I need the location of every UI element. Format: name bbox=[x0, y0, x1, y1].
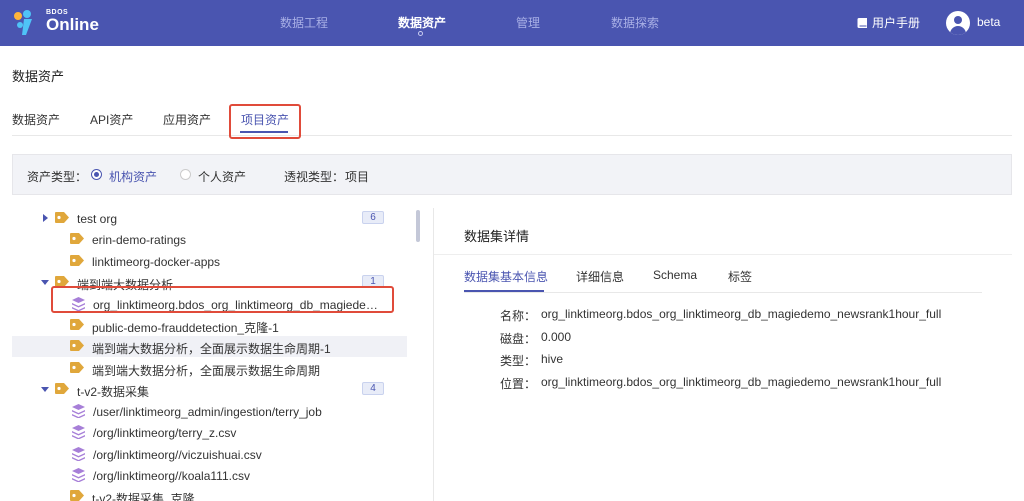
tree-row[interactable]: /org/linktimeorg/terry_z.csv bbox=[12, 422, 407, 443]
detail-title-divider bbox=[434, 254, 1012, 255]
radio-personal-assets[interactable] bbox=[180, 169, 191, 180]
tab-data-assets[interactable]: 数据资产 bbox=[12, 111, 60, 128]
tag-icon bbox=[70, 362, 85, 373]
tree-row[interactable]: erin-demo-ratings bbox=[12, 229, 407, 250]
nav-admin[interactable]: 管理 bbox=[516, 14, 540, 31]
tabs-divider bbox=[12, 135, 1012, 136]
tree-row[interactable]: t-v2-数据采集 4 bbox=[12, 379, 407, 400]
tree-row[interactable]: linktimeorg-docker-apps bbox=[12, 251, 407, 272]
nav-active-indicator bbox=[418, 31, 423, 36]
tree-item-label: /org/linktimeorg/terry_z.csv bbox=[93, 426, 237, 440]
detail-tab-basic-info[interactable]: 数据集基本信息 bbox=[464, 268, 548, 285]
detail-tab-schema[interactable]: Schema bbox=[653, 268, 697, 282]
field-disk-value: 0.000 bbox=[541, 330, 572, 344]
tree-row[interactable]: /org/linktimeorg//koala111.csv bbox=[12, 465, 407, 486]
username[interactable]: beta bbox=[977, 15, 1000, 29]
tree-item-label: t-v2-数据采集 bbox=[77, 385, 150, 399]
tree-row[interactable]: 端到端大数据分析，全面展示数据生命周期-1 bbox=[12, 336, 407, 357]
tag-icon bbox=[55, 383, 70, 394]
tree-item-label: t-v2-数据采集_克隆 bbox=[92, 492, 195, 501]
tab-api-assets[interactable]: API资产 bbox=[90, 111, 133, 128]
tree-item-label: /org/linktimeorg//viczuishuai.csv bbox=[93, 448, 262, 462]
tag-icon bbox=[70, 233, 85, 244]
field-location-key: 位置： bbox=[500, 377, 537, 391]
tree-item-label: /org/linktimeorg//koala111.csv bbox=[93, 469, 250, 483]
filter-bar: 资产类型： 机构资产 个人资产 透视类型： 项目 bbox=[12, 154, 1012, 195]
tree-row[interactable]: public-demo-frauddetection_克隆-1 bbox=[12, 315, 407, 336]
field-location-value: org_linktimeorg.bdos_org_linktimeorg_db_… bbox=[541, 375, 942, 389]
tree-row[interactable]: t-v2-数据采集_克隆 bbox=[12, 486, 407, 501]
highlight-box-tab bbox=[229, 104, 301, 139]
tree-item-label: public-demo-frauddetection_克隆-1 bbox=[92, 321, 279, 335]
count-badge: 4 bbox=[362, 382, 384, 395]
nav-data-engineering[interactable]: 数据工程 bbox=[280, 14, 328, 31]
detail-tabs-divider bbox=[464, 292, 982, 293]
layers-icon bbox=[72, 447, 85, 462]
tree-row[interactable]: 端到端大数据分析，全面展示数据生命周期 bbox=[12, 358, 407, 379]
radio-org-assets-label[interactable]: 机构资产 bbox=[109, 168, 157, 185]
radio-org-assets[interactable] bbox=[91, 169, 102, 180]
view-type-value[interactable]: 项目 bbox=[345, 168, 369, 185]
layers-icon bbox=[72, 404, 85, 419]
tree-row[interactable]: /user/linktimeorg_admin/ingestion/terry_… bbox=[12, 401, 407, 422]
tree-item-label: 端到端大数据分析，全面展示数据生命周期-1 bbox=[92, 342, 331, 356]
tag-icon bbox=[55, 212, 70, 223]
tab-app-assets[interactable]: 应用资产 bbox=[163, 111, 211, 128]
field-name-key: 名称： bbox=[500, 309, 537, 323]
user-manual-label: 用户手册 bbox=[872, 16, 921, 30]
field-type-key: 类型： bbox=[500, 354, 537, 368]
highlight-box-row bbox=[51, 286, 394, 313]
book-icon bbox=[857, 17, 867, 28]
avatar[interactable] bbox=[946, 11, 970, 35]
tree-item-label: test org bbox=[77, 212, 118, 226]
caret-down-icon[interactable] bbox=[41, 387, 49, 392]
caret-down-icon[interactable] bbox=[41, 280, 49, 285]
layers-icon bbox=[72, 468, 85, 483]
field-type-value: hive bbox=[541, 352, 564, 366]
tag-icon bbox=[70, 255, 85, 266]
app-logo[interactable]: BDOS Online bbox=[12, 7, 99, 39]
radio-personal-assets-label[interactable]: 个人资产 bbox=[198, 168, 246, 185]
tree-item-label: erin-demo-ratings bbox=[92, 233, 187, 247]
tree-item-label: /user/linktimeorg_admin/ingestion/terry_… bbox=[93, 405, 322, 419]
caret-right-icon[interactable] bbox=[43, 214, 48, 222]
tree-scrollbar[interactable] bbox=[416, 210, 420, 242]
tag-icon bbox=[70, 340, 85, 351]
tree-item-label: linktimeorg-docker-apps bbox=[92, 255, 221, 269]
tree-item-label: 端到端大数据分析，全面展示数据生命周期 bbox=[92, 364, 321, 378]
field-name-value: org_linktimeorg.bdos_org_linktimeorg_db_… bbox=[541, 307, 942, 321]
tag-icon bbox=[70, 490, 85, 501]
asset-type-label: 资产类型： bbox=[27, 170, 88, 184]
tree-row[interactable]: /org/linktimeorg//viczuishuai.csv bbox=[12, 444, 407, 465]
count-badge: 6 bbox=[362, 211, 384, 224]
field-disk-key: 磁盘： bbox=[500, 332, 537, 346]
nav-data-assets[interactable]: 数据资产 bbox=[398, 14, 446, 31]
detail-tab-tags[interactable]: 标签 bbox=[728, 268, 752, 285]
detail-tab-details[interactable]: 详细信息 bbox=[576, 268, 624, 285]
asset-tree: test org 6 erin-demo-ratings linktimeorg-do… bbox=[12, 208, 422, 501]
logo-icon bbox=[14, 10, 32, 35]
panel-divider bbox=[433, 208, 434, 501]
top-nav-bar: BDOS Online 数据工程 数据资产 管理 数据探索 用户手册 beta bbox=[0, 0, 1024, 46]
layers-icon bbox=[72, 425, 85, 440]
nav-data-explore[interactable]: 数据探索 bbox=[611, 14, 659, 31]
user-manual-link[interactable]: 用户手册 bbox=[857, 14, 920, 31]
logo-big-text: Online bbox=[46, 15, 99, 34]
page-title: 数据资产 bbox=[12, 69, 65, 84]
tag-icon bbox=[70, 319, 85, 330]
view-type-label: 透视类型： bbox=[284, 170, 345, 184]
tree-row[interactable]: test org 6 bbox=[12, 208, 407, 229]
detail-title: 数据集详情 bbox=[464, 229, 530, 244]
